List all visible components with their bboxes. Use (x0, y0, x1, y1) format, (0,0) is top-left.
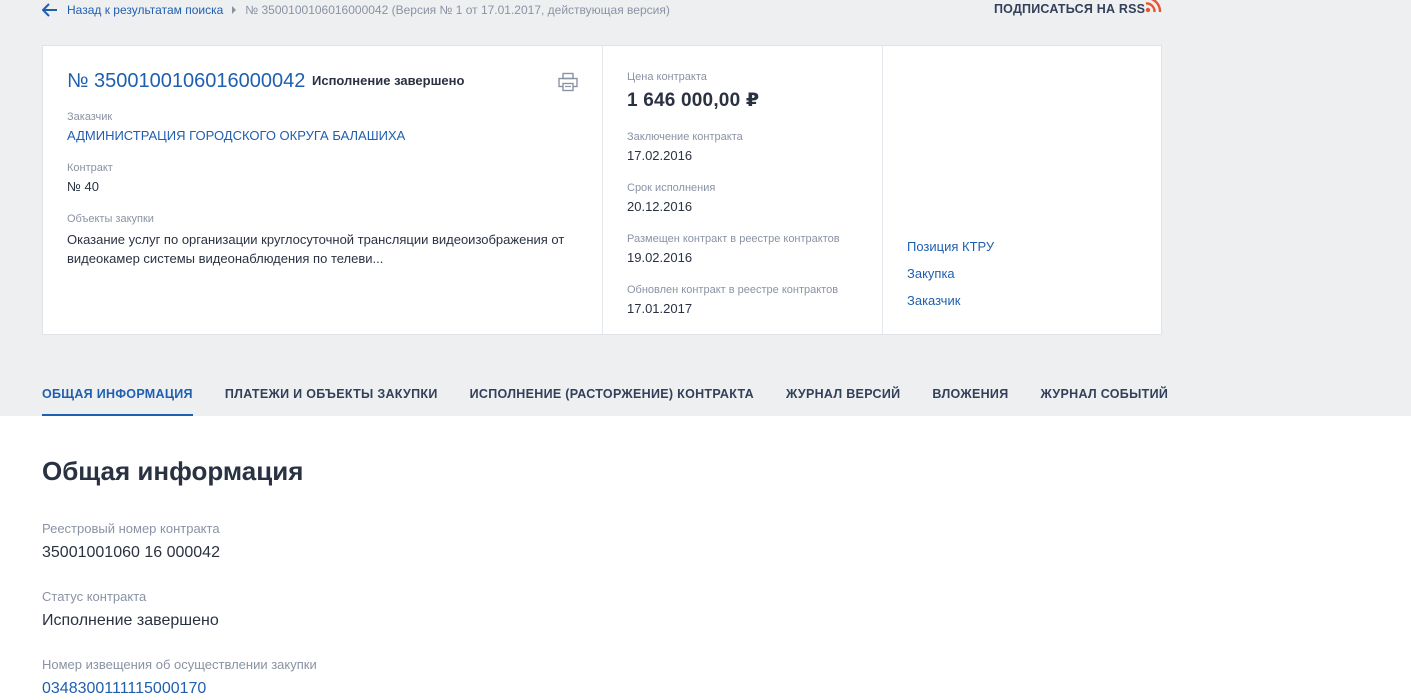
procurement-objects-value: Оказание услуг по организации круглосуто… (67, 232, 565, 266)
contract-details-column: Цена контракта 1 646 000,00 ₽ Заключение… (602, 46, 882, 334)
contract-value: № 40 (67, 179, 100, 194)
procurement-objects-label: Объекты закупки (67, 213, 154, 225)
registry-number-value: 35001001060 16 000042 (42, 544, 220, 561)
registry-number-label: Реестровый номер контракта (42, 521, 220, 536)
contract-status-value: Исполнение завершено (42, 612, 219, 629)
contract-status: Исполнение завершено (312, 73, 465, 88)
placed-date: 19.02.2016 (627, 250, 693, 265)
arrow-left-icon[interactable] (42, 3, 58, 17)
conclusion-label: Заключение контракта (627, 131, 743, 143)
updated-date: 17.01.2017 (627, 301, 693, 316)
print-icon[interactable] (557, 71, 579, 93)
customer-label: Заказчик (67, 111, 113, 123)
procurement-link[interactable]: Закупка (907, 266, 955, 281)
placed-label: Размещен контракт в реестре контрактов (627, 233, 840, 245)
term-date: 20.12.2016 (627, 199, 693, 214)
contract-main-column: № 3500100106016000042 Исполнение заверше… (43, 46, 602, 334)
notice-number-label: Номер извещения об осуществлении закупки (42, 657, 317, 672)
back-to-results-link[interactable]: Назад к результатам поиска (67, 3, 223, 17)
tab-event-log[interactable]: ЖУРНАЛ СОБЫТИЙ (1041, 386, 1169, 416)
tab-payments[interactable]: ПЛАТЕЖИ И ОБЪЕКТЫ ЗАКУПКИ (225, 386, 438, 416)
contract-card: № 3500100106016000042 Исполнение заверше… (42, 45, 1162, 335)
ktru-position-link[interactable]: Позиция КТРУ (907, 239, 994, 254)
contract-status-label: Статус контракта (42, 589, 147, 604)
price-label: Цена контракта (627, 71, 707, 83)
customer-link[interactable]: АДМИНИСТРАЦИЯ ГОРОДСКОГО ОКРУГА БАЛАШИХА (67, 128, 405, 143)
section-title: Общая информация (42, 456, 304, 486)
notice-number-link[interactable]: 0348300111115000170 (42, 680, 206, 698)
price-value: 1 646 000,00 ₽ (627, 90, 760, 111)
conclusion-date: 17.02.2016 (627, 148, 693, 163)
customer-side-link[interactable]: Заказчик (907, 293, 960, 308)
related-links-column: Позиция КТРУ Закупка Заказчик (882, 46, 1161, 334)
updated-label: Обновлен контракт в реестре контрактов (627, 284, 839, 296)
term-label: Срок исполнения (627, 182, 716, 194)
breadcrumb-separator-icon (232, 6, 237, 14)
contract-number[interactable]: № 3500100106016000042 (67, 70, 305, 93)
contract-label: Контракт (67, 162, 113, 174)
rss-subscribe-label[interactable]: ПОДПИСАТЬСЯ НА RSS (994, 2, 1145, 16)
tab-general-info[interactable]: ОБЩАЯ ИНФОРМАЦИЯ (42, 386, 193, 416)
breadcrumb: Назад к результатам поиска № 35001001060… (42, 1, 670, 19)
tab-attachments[interactable]: ВЛОЖЕНИЯ (932, 386, 1008, 416)
rss-subscribe[interactable]: ПОДПИСАТЬСЯ НА RSS (994, 0, 1162, 16)
tab-bar: ОБЩАЯ ИНФОРМАЦИЯ ПЛАТЕЖИ И ОБЪЕКТЫ ЗАКУП… (42, 386, 1200, 416)
tab-version-log[interactable]: ЖУРНАЛ ВЕРСИЙ (786, 386, 900, 416)
rss-icon[interactable] (1145, 0, 1162, 13)
breadcrumb-current: № 3500100106016000042 (Версия № 1 от 17.… (245, 3, 670, 17)
tab-execution[interactable]: ИСПОЛНЕНИЕ (РАСТОРЖЕНИЕ) КОНТРАКТА (470, 386, 754, 416)
